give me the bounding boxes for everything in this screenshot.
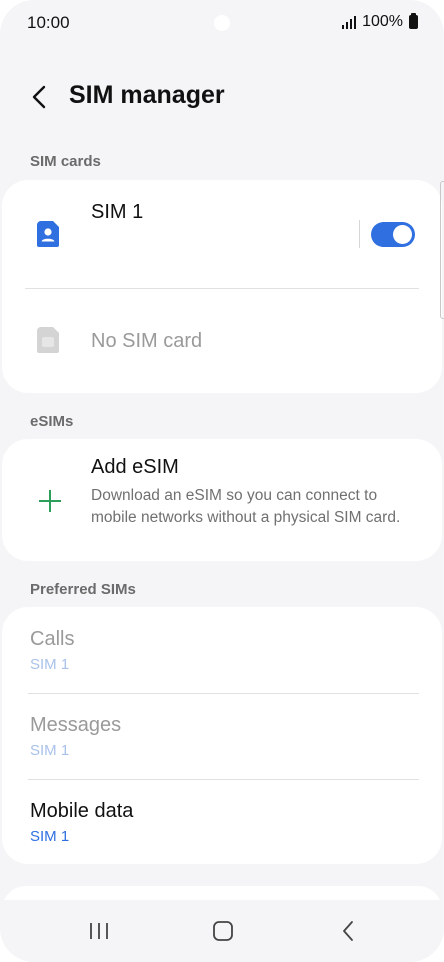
recents-icon <box>90 923 108 939</box>
status-indicators: 100% <box>342 13 418 31</box>
mobile-data-value: SIM 1 <box>30 828 70 845</box>
app-header: SIM manager <box>0 70 444 122</box>
preferred-mobile-data-item[interactable]: Mobile data SIM 1 <box>2 779 442 865</box>
camera-cutout <box>214 15 230 31</box>
status-time: 10:00 <box>27 13 70 32</box>
toggle-knob <box>393 225 412 244</box>
status-bar: 10:00 100% <box>0 0 444 46</box>
section-label-esims: eSIMs <box>30 413 74 430</box>
phone-screen: 10:00 100% SIM manager SIM cards SIM 1 N… <box>0 0 444 962</box>
messages-value: SIM 1 <box>30 742 70 759</box>
calls-title: Calls <box>30 628 75 650</box>
add-esim-item[interactable]: Add eSIM Download an eSIM so you can con… <box>2 439 442 561</box>
add-esim-description: Download an eSIM so you can connect to m… <box>91 487 401 526</box>
back-icon <box>343 921 353 941</box>
back-button[interactable] <box>22 80 56 114</box>
add-esim-title: Add eSIM <box>91 456 179 478</box>
sim-1-row[interactable]: SIM 1 <box>2 180 442 288</box>
sim-cards-card: SIM 1 No SIM card <box>2 180 442 393</box>
battery-icon <box>409 13 418 29</box>
messages-title: Messages <box>30 714 122 736</box>
sim-card-empty-icon <box>37 327 59 353</box>
recents-button[interactable] <box>79 914 119 948</box>
home-button[interactable] <box>203 914 243 948</box>
page-title: SIM manager <box>69 81 225 109</box>
preferred-messages-item: Messages SIM 1 <box>2 693 442 779</box>
navigation-bar <box>0 900 444 962</box>
sim-1-toggle[interactable] <box>371 222 415 247</box>
scrollbar[interactable] <box>440 181 444 319</box>
battery-percentage: 100% <box>362 13 403 30</box>
signal-icon <box>342 15 357 29</box>
calls-value: SIM 1 <box>30 656 70 673</box>
toggle-divider <box>359 220 360 248</box>
sim-card-icon <box>37 221 59 247</box>
sim-1-label: SIM 1 <box>91 201 144 223</box>
chevron-left-icon <box>32 85 46 109</box>
preferred-sims-card: Calls SIM 1 Messages SIM 1 Mobile data S… <box>2 607 442 864</box>
no-sim-card-label: No SIM card <box>91 330 203 352</box>
preferred-calls-item: Calls SIM 1 <box>2 607 442 693</box>
mobile-data-title: Mobile data <box>30 800 134 822</box>
nav-back-button[interactable] <box>328 914 368 948</box>
section-label-preferred-sims: Preferred SIMs <box>30 581 136 598</box>
sim-2-row: No SIM card <box>2 289 442 393</box>
home-icon <box>213 921 233 941</box>
section-label-sim-cards: SIM cards <box>30 153 101 170</box>
plus-icon <box>39 490 61 512</box>
